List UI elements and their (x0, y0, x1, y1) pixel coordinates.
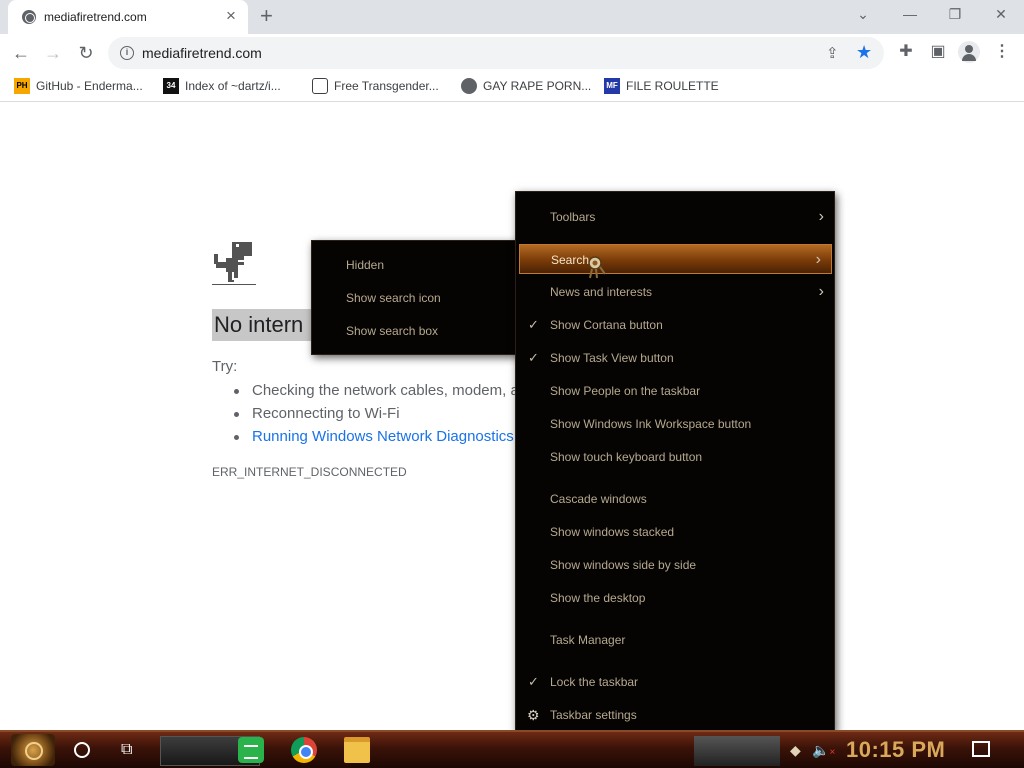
menu-item-task-manager[interactable]: Task Manager (516, 625, 834, 655)
menu-item-show-windows-stacked[interactable]: Show windows stacked (516, 517, 834, 547)
page-title: No intern (212, 309, 312, 341)
network-diagnostics-link[interactable]: Running Windows Network Diagnostics (252, 428, 514, 445)
menu-item-show-people[interactable]: Show People on the taskbar (516, 376, 834, 406)
browser-tab-strip: mediafiretrend.com × + ⌄ — ❐ ✕ (0, 0, 1024, 34)
bookmarks-bar: PH GitHub - Enderma... 34 Index of ~dartz/… (0, 72, 1024, 102)
bookmark-item[interactable]: PH GitHub - Enderma... (14, 78, 143, 96)
bookmark-item[interactable]: Free Transgender... (312, 78, 439, 96)
search-submenu: Hidden Show search icon Show search box (311, 240, 519, 355)
tab-search-dropdown-icon[interactable]: ⌄ (851, 6, 875, 23)
profile-icon[interactable] (958, 41, 980, 63)
bookmark-star-icon[interactable]: ★ (856, 42, 872, 63)
task-view-icon[interactable]: ⧉ (121, 741, 132, 759)
bullet (234, 412, 239, 417)
menu-item-show-the-desktop[interactable]: Show the desktop (516, 583, 834, 613)
menu-item-news-and-interests[interactable]: News and interests › (516, 277, 834, 307)
start-button[interactable] (11, 734, 55, 766)
suggestion-item: Checking the network cables, modem, a (252, 382, 519, 399)
side-panel-icon[interactable]: ▣ (928, 42, 948, 62)
extensions-icon[interactable]: ✚ (896, 42, 916, 62)
address-bar[interactable]: i mediafiretrend.com ⇪ ★ (108, 37, 884, 69)
bullet (234, 435, 239, 440)
reload-button[interactable]: ↻ (75, 42, 97, 64)
bookmark-item[interactable]: 34 Index of ~dartz/i... (163, 78, 281, 96)
mouse-cursor-icon (588, 256, 606, 279)
error-code: ERR_INTERNET_DISCONNECTED (212, 465, 407, 479)
menu-item-toolbars[interactable]: Toolbars › (516, 202, 834, 232)
bookmark-item[interactable]: GAY RAPE PORN... (461, 78, 591, 96)
share-icon[interactable]: ⇪ (826, 44, 839, 62)
offline-dino-icon[interactable] (212, 240, 256, 286)
globe-icon (461, 78, 477, 94)
gear-icon: ⚙ (527, 707, 540, 723)
menu-item-show-task-view-button[interactable]: ✓ Show Task View button (516, 343, 834, 373)
menu-item-cascade-windows[interactable]: Cascade windows (516, 484, 834, 514)
site-icon (312, 78, 328, 94)
minimize-button[interactable]: — (898, 6, 922, 22)
browser-tab[interactable]: mediafiretrend.com × (8, 0, 248, 34)
url-text[interactable]: mediafiretrend.com (142, 45, 262, 61)
close-window-button[interactable]: ✕ (989, 6, 1013, 23)
menu-item-lock-the-taskbar[interactable]: ✓ Lock the taskbar (516, 667, 834, 697)
chrome-icon[interactable] (291, 737, 317, 763)
ph-icon: PH (14, 78, 30, 94)
taskbar-context-menu: Toolbars › Search › News and interests ›… (515, 191, 835, 732)
submenu-item-hidden[interactable]: Hidden (312, 250, 518, 280)
windows-taskbar[interactable]: ⧉ ◆ 🔈× 10:15 PM (0, 730, 1024, 768)
volume-muted-icon[interactable]: 🔈× (812, 742, 835, 759)
submenu-item-show-search-icon[interactable]: Show search icon (312, 283, 518, 313)
menu-item-show-cortana-button[interactable]: ✓ Show Cortana button (516, 310, 834, 340)
tab-title: mediafiretrend.com (44, 10, 147, 24)
close-tab-icon[interactable]: × (226, 7, 236, 25)
try-label: Try: (212, 358, 238, 375)
submenu-item-show-search-box[interactable]: Show search box (312, 316, 518, 346)
globe-icon (22, 10, 36, 24)
browser-toolbar: ← → ↻ i mediafiretrend.com ⇪ ★ (0, 34, 1024, 72)
menu-item-show-windows-side-by-side[interactable]: Show windows side by side (516, 550, 834, 580)
menu-item-show-ink-workspace[interactable]: Show Windows Ink Workspace button (516, 409, 834, 439)
menu-item-taskbar-settings[interactable]: ⚙ Taskbar settings (516, 700, 834, 730)
spotify-icon[interactable] (238, 737, 264, 763)
restore-button[interactable]: ❐ (943, 6, 967, 23)
action-center-icon[interactable] (972, 741, 990, 757)
file-explorer-icon[interactable] (344, 737, 370, 763)
chevron-right-icon: › (815, 251, 821, 268)
bookmark-item[interactable]: MF FILE ROULETTE (604, 78, 719, 96)
menu-item-search[interactable]: Search › (519, 244, 832, 274)
chevron-right-icon: › (818, 208, 824, 225)
taskbar-gauge-decoration (694, 736, 780, 766)
checkmark-icon: ✓ (528, 317, 539, 332)
cortana-search-icon[interactable] (74, 742, 90, 758)
site-info-icon[interactable]: i (120, 46, 134, 60)
index-icon: 34 (163, 78, 179, 94)
menu-item-show-touch-keyboard[interactable]: Show touch keyboard button (516, 442, 834, 472)
mf-icon: MF (604, 78, 620, 94)
screen: mediafiretrend.com × + ⌄ — ❐ ✕ ← → ↻ i m… (0, 0, 1024, 768)
checkmark-icon: ✓ (528, 674, 539, 689)
chevron-right-icon: › (818, 283, 824, 300)
back-button[interactable]: ← (10, 42, 32, 64)
forward-button[interactable]: → (42, 42, 64, 64)
checkmark-icon: ✓ (528, 350, 539, 365)
suggestion-item: Reconnecting to Wi-Fi (252, 405, 400, 422)
bullet (234, 389, 239, 394)
menu-icon[interactable]: ⋮ (992, 42, 1012, 62)
system-clock[interactable]: 10:15 PM (846, 737, 945, 763)
tray-app-icon[interactable]: ◆ (790, 742, 801, 759)
new-tab-button[interactable]: + (260, 4, 273, 28)
